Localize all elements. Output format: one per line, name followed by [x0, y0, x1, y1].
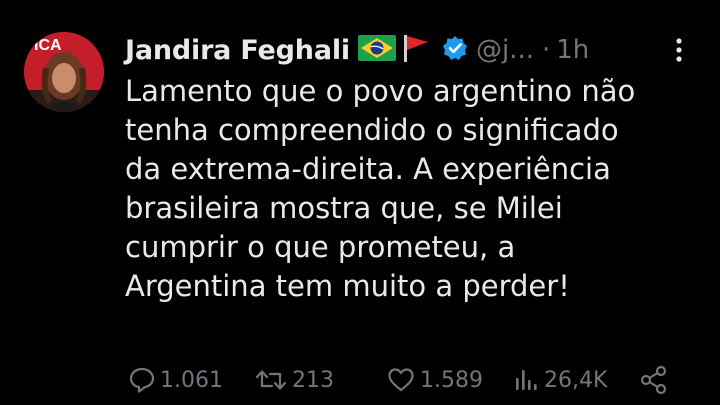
retweet-count: 213 — [292, 367, 334, 393]
avatar[interactable]: ICA — [24, 32, 104, 112]
retweet-icon — [255, 370, 287, 390]
verified-badge-icon — [442, 35, 468, 65]
tweet-time[interactable]: 1h — [556, 35, 589, 65]
reply-icon — [129, 367, 155, 393]
tweet-text: Lamento que o povo argentino não tenha c… — [125, 74, 636, 303]
tweet-card[interactable]: ICA Jandira Feghali @j... · 1h Lamento q… — [0, 0, 720, 405]
avatar-banner-text: ICA — [34, 37, 62, 54]
author-handle[interactable]: @j... — [476, 35, 534, 65]
share-button[interactable] — [638, 362, 670, 398]
brazil-flag-icon — [357, 35, 396, 65]
views-button[interactable]: 26,4K — [512, 362, 607, 398]
like-count: 1.589 — [420, 367, 483, 393]
heart-icon — [388, 368, 414, 392]
reply-button[interactable]: 1.061 — [128, 362, 223, 398]
like-button[interactable]: 1.589 — [386, 362, 483, 398]
view-count: 26,4K — [544, 367, 608, 393]
more-options-icon[interactable] — [668, 36, 690, 64]
separator-dot: · — [541, 35, 551, 65]
reply-count: 1.061 — [160, 367, 223, 393]
tweet-header: Jandira Feghali @j... · 1h — [125, 30, 589, 70]
share-icon — [640, 365, 667, 395]
views-chart-icon — [516, 370, 537, 390]
tweet-actions: 1.061 213 1.589 26,4K — [0, 362, 720, 398]
red-flag-icon — [400, 33, 432, 67]
retweet-button[interactable]: 213 — [254, 362, 334, 398]
author-name[interactable]: Jandira Feghali — [125, 35, 350, 66]
